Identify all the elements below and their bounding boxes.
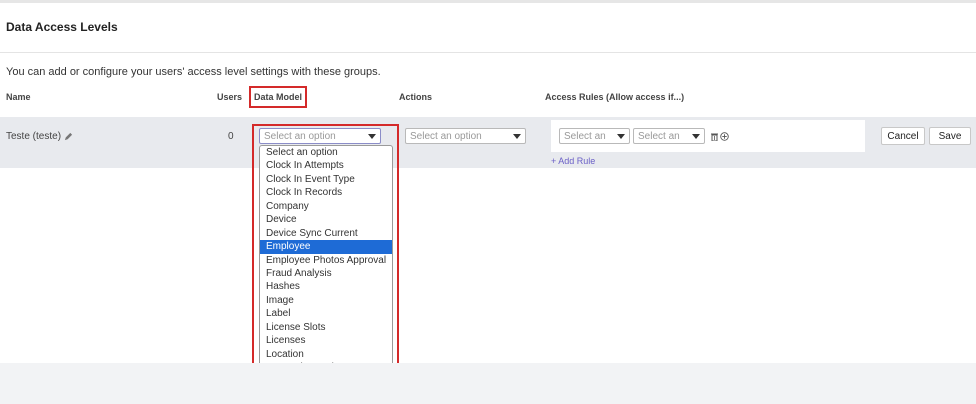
- column-header-data-model: Data Model: [249, 86, 307, 108]
- dropdown-option[interactable]: Label: [260, 307, 392, 320]
- dropdown-option[interactable]: Image: [260, 294, 392, 307]
- top-border: [0, 0, 976, 3]
- rule-field-select-value: Select an: [564, 130, 606, 142]
- dropdown-option[interactable]: Clock In Records: [260, 186, 392, 199]
- rule-value-select-value: Select an: [638, 130, 680, 142]
- dropdown-option[interactable]: Fraud Analysis: [260, 267, 392, 280]
- access-rules-panel: Select an Select an: [551, 120, 865, 152]
- dropdown-option[interactable]: Licenses: [260, 334, 392, 347]
- footer: [0, 363, 976, 404]
- caret-down-icon: [617, 133, 625, 139]
- page-description: You can add or configure your users' acc…: [6, 66, 381, 78]
- actions-select[interactable]: Select an option: [405, 128, 526, 144]
- rule-value-select[interactable]: Select an: [633, 128, 705, 144]
- data-model-select-value: Select an option: [264, 130, 336, 142]
- column-header-actions: Actions: [399, 92, 433, 102]
- dropdown-option[interactable]: Company: [260, 200, 392, 213]
- title-divider: [0, 52, 976, 53]
- dropdown-option[interactable]: Device Sync Current: [260, 227, 392, 240]
- dropdown-option[interactable]: Clock In Event Type: [260, 173, 392, 186]
- page-title: Data Access Levels: [6, 20, 118, 34]
- pencil-icon[interactable]: [64, 132, 73, 141]
- add-rule-link[interactable]: + Add Rule: [551, 156, 595, 166]
- row-name-text: Teste (teste): [6, 131, 62, 142]
- dropdown-option[interactable]: Location: [260, 348, 392, 361]
- dropdown-option[interactable]: Hashes: [260, 280, 392, 293]
- dropdown-option[interactable]: Select an option: [260, 146, 392, 159]
- dropdown-option[interactable]: License Slots: [260, 321, 392, 334]
- dropdown-option[interactable]: Employee Photos Approval: [260, 254, 392, 267]
- trash-icon[interactable]: [711, 133, 718, 141]
- actions-select-value: Select an option: [410, 130, 482, 142]
- column-header-name: Name: [6, 92, 31, 102]
- row-name-cell: Teste (teste): [6, 131, 73, 142]
- dropdown-option[interactable]: Clock In Attempts: [260, 159, 392, 172]
- cancel-button[interactable]: Cancel: [881, 127, 925, 145]
- column-header-users: Users: [217, 92, 243, 102]
- caret-down-icon: [513, 133, 521, 139]
- rule-field-select[interactable]: Select an: [559, 128, 630, 144]
- save-button[interactable]: Save: [929, 127, 971, 145]
- dropdown-option[interactable]: Device: [260, 213, 392, 226]
- dropdown-option[interactable]: Employee: [260, 240, 392, 254]
- data-model-select[interactable]: Select an option: [259, 128, 381, 144]
- row-users-count: 0: [228, 131, 234, 142]
- caret-down-icon: [368, 133, 376, 139]
- plus-circle-icon[interactable]: [720, 132, 729, 141]
- column-header-access-rules: Access Rules (Allow access if...): [545, 92, 685, 102]
- caret-down-icon: [692, 133, 700, 139]
